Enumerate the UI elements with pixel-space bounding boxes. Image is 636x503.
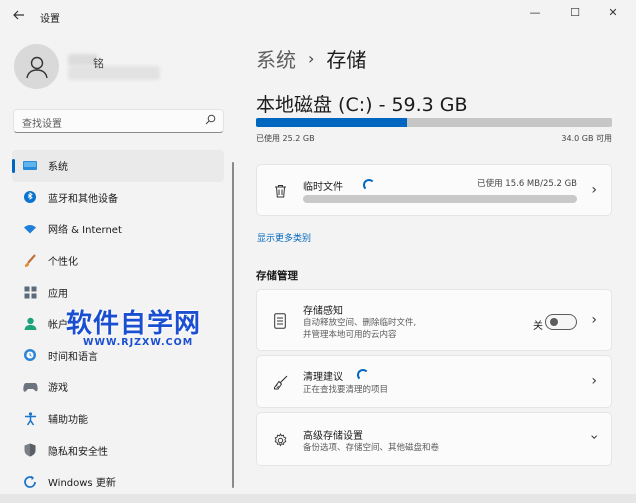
chevron-right-icon[interactable]: ›	[591, 182, 597, 198]
sidebar-item-label: 个性化	[48, 257, 78, 269]
shield-icon	[22, 442, 38, 458]
loading-spinner-icon	[357, 369, 369, 381]
brush-icon	[22, 253, 38, 269]
gear-icon	[272, 432, 288, 448]
sidebar-item-label: 帐户	[48, 320, 68, 332]
disk-title: 本地磁盘 (C:) - 59.3 GB	[256, 94, 468, 116]
storage-sense-desc-2: 并管理本地可用的云内容	[303, 330, 397, 340]
loading-spinner-icon	[363, 179, 375, 191]
back-arrow-icon[interactable]	[12, 8, 28, 24]
search-input[interactable]: 查找设置	[13, 109, 224, 133]
sidebar-item-label: Windows 更新	[48, 478, 116, 490]
broom-icon	[272, 374, 288, 390]
sidebar-nav: 系统 蓝牙和其他设备 网络 & Internet 个性化 应用 帐户 时间和语言…	[12, 150, 224, 498]
apps-icon	[22, 284, 38, 300]
sidebar-item-label: 游戏	[48, 383, 68, 395]
storage-management-heading: 存储管理	[256, 270, 298, 282]
search-placeholder: 查找设置	[22, 119, 62, 130]
sidebar-item-label: 蓝牙和其他设备	[48, 193, 118, 205]
page-title: 存储	[326, 48, 367, 72]
bluetooth-icon	[22, 189, 38, 205]
close-button[interactable]: ✕	[596, 2, 630, 24]
sidebar-item-gaming[interactable]: 游戏	[12, 371, 224, 403]
minimize-button[interactable]: —	[518, 2, 552, 24]
breadcrumb-separator: ›	[308, 49, 315, 68]
breadcrumb: 系统 › 存储	[256, 44, 366, 73]
sidebar-item-label: 应用	[48, 288, 68, 300]
sidebar-item-network[interactable]: 网络 & Internet	[12, 213, 224, 245]
disk-usage-fill	[256, 118, 408, 127]
advanced-storage-card[interactable]: 高级存储设置 备份选项、存储空间、其他磁盘和卷 ›	[256, 412, 612, 466]
chevron-right-icon[interactable]: ›	[591, 373, 597, 389]
disk-used-label: 已使用 25.2 GB	[256, 134, 315, 143]
sidebar-item-label: 时间和语言	[48, 351, 98, 363]
avatar[interactable]	[14, 44, 59, 89]
sidebar-item-label: 辅助功能	[48, 415, 88, 427]
sidebar-item-apps[interactable]: 应用	[12, 276, 224, 308]
search-icon[interactable]	[205, 114, 216, 128]
person-icon	[22, 316, 38, 332]
cleanup-recommendations-card[interactable]: 清理建议 正在查找要清理的项目 ›	[256, 355, 612, 408]
sidebar-item-personalization[interactable]: 个性化	[12, 245, 224, 277]
temp-files-used: 已使用 15.6 MB/25.2 GB	[477, 179, 577, 189]
storage-sense-toggle-label: 关	[533, 321, 543, 332]
advanced-storage-title: 高级存储设置	[303, 431, 363, 442]
blurred-email-redaction	[68, 66, 160, 80]
update-icon	[22, 474, 38, 490]
storage-sense-title: 存储感知	[303, 306, 343, 317]
storage-sense-toggle[interactable]	[545, 314, 577, 330]
temp-files-title: 临时文件	[303, 182, 343, 193]
accessibility-icon	[22, 411, 38, 427]
person-icon	[25, 56, 48, 78]
maximize-button[interactable]: ☐	[558, 2, 592, 24]
monitor-icon	[22, 158, 38, 174]
chevron-right-icon[interactable]: ›	[591, 312, 597, 328]
taskbar-edge	[0, 494, 636, 503]
temp-files-bar	[303, 195, 577, 203]
wifi-icon	[22, 221, 38, 237]
cleanup-title: 清理建议	[303, 372, 343, 383]
disk-usage-bar	[256, 118, 612, 127]
sidebar-item-label: 系统	[48, 162, 68, 174]
storage-sense-card[interactable]: 存储感知 自动释放空间、删除临时文件, 并管理本地可用的云内容 关 ›	[256, 289, 612, 351]
sidebar-item-bluetooth[interactable]: 蓝牙和其他设备	[12, 182, 224, 214]
cleanup-desc: 正在查找要清理的项目	[303, 385, 389, 395]
app-title: 设置	[40, 14, 60, 25]
title-bar: 设置 — ☐ ✕	[0, 0, 636, 32]
trash-icon	[272, 183, 288, 199]
chevron-down-icon[interactable]: ›	[586, 434, 602, 440]
sidebar-item-system[interactable]: 系统	[12, 150, 224, 182]
globe-clock-icon	[22, 347, 38, 363]
breadcrumb-parent[interactable]: 系统	[256, 44, 296, 73]
toggle-knob	[550, 318, 558, 326]
show-more-categories-link[interactable]: 显示更多类别	[257, 231, 311, 244]
sidebar-item-windows-update[interactable]: Windows 更新	[12, 466, 224, 498]
storage-drive-icon	[272, 313, 288, 329]
sidebar-item-label: 网络 & Internet	[48, 225, 122, 237]
user-name: 铭	[93, 57, 104, 70]
sidebar-item-time-language[interactable]: 时间和语言	[12, 340, 224, 372]
sidebar-item-accessibility[interactable]: 辅助功能	[12, 403, 224, 435]
sidebar-item-privacy[interactable]: 隐私和安全性	[12, 434, 224, 466]
gamepad-icon	[22, 379, 38, 395]
sidebar-scrollbar[interactable]	[232, 162, 234, 488]
advanced-storage-desc: 备份选项、存储空间、其他磁盘和卷	[303, 443, 440, 453]
sidebar-item-accounts[interactable]: 帐户	[12, 308, 224, 340]
disk-available-label: 34.0 GB 可用	[561, 134, 612, 143]
sidebar-item-label: 隐私和安全性	[48, 446, 108, 458]
temp-files-card[interactable]: 临时文件 已使用 15.6 MB/25.2 GB ›	[256, 164, 612, 216]
